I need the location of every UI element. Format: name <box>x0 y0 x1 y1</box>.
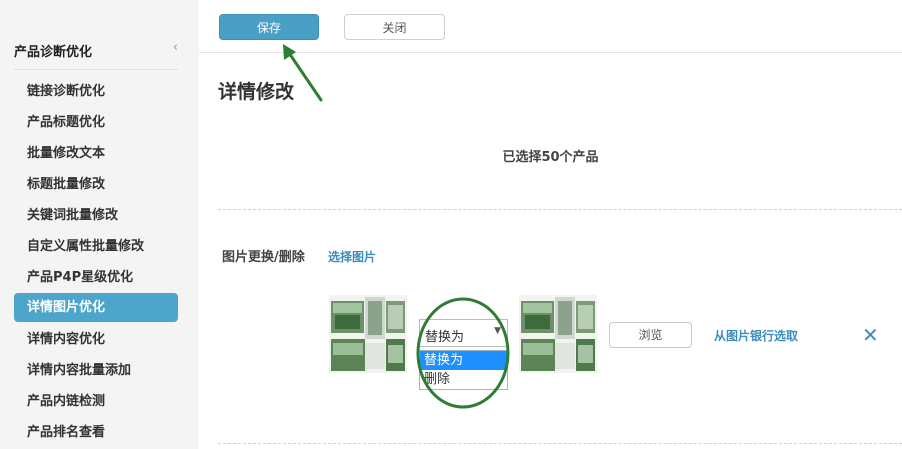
select-image-link[interactable]: 选择图片 <box>328 248 376 265</box>
sidebar-item-detail-content[interactable]: 详情内容优化 <box>14 325 178 354</box>
dropdown-arrow-icon: ▼ <box>494 326 501 336</box>
section-divider-bottom <box>218 443 902 444</box>
image-bank-link[interactable]: 从图片银行选取 <box>714 327 798 344</box>
save-button[interactable]: 保存 <box>219 14 319 40</box>
sidebar-item-link-diagnosis[interactable]: 链接诊断优化 <box>14 77 178 106</box>
sidebar-item-batch-title[interactable]: 标题批量修改 <box>14 170 178 199</box>
browse-button[interactable]: 浏览 <box>609 322 692 348</box>
sidebar-item-batch-text[interactable]: 批量修改文本 <box>14 139 178 168</box>
main-panel: 保存 关闭 详情修改 已选择50个产品 图片更换/删除 选择图片 替换为 ▼ 替… <box>199 0 902 449</box>
sidebar-item-ranking[interactable]: 产品排名查看 <box>14 418 178 447</box>
action-dropdown-list: 替换为 删除 <box>419 350 508 390</box>
selected-count: 已选择50个产品 <box>502 150 599 165</box>
chevron-left-icon[interactable]: ‹ <box>173 40 178 55</box>
sidebar-item-title-optimize[interactable]: 产品标题优化 <box>14 108 178 137</box>
sidebar: 产品诊断优化 ‹ 链接诊断优化 产品标题优化 批量修改文本 标题批量修改 关键词… <box>0 0 199 449</box>
sidebar-item-p4p-stars[interactable]: 产品P4P星级优化 <box>14 263 178 292</box>
close-button[interactable]: 关闭 <box>344 14 445 40</box>
sidebar-item-custom-attrs[interactable]: 自定义属性批量修改 <box>14 232 178 261</box>
original-image-thumbnail[interactable] <box>329 295 407 373</box>
sidebar-item-detail-images[interactable]: 详情图片优化 <box>14 293 178 322</box>
toolbar-divider <box>199 52 902 53</box>
action-select[interactable]: 替换为 ▼ <box>419 319 508 347</box>
sidebar-item-batch-keywords[interactable]: 关键词批量修改 <box>14 201 178 230</box>
sidebar-header: 产品诊断优化 ‹ <box>14 39 178 70</box>
product-photo-icon <box>329 295 407 373</box>
option-replace[interactable]: 替换为 <box>420 351 507 370</box>
sidebar-title: 产品诊断优化 <box>14 45 93 60</box>
action-select-value: 替换为 <box>425 330 465 345</box>
section-divider <box>218 209 902 210</box>
replacement-image-thumbnail[interactable] <box>519 295 597 373</box>
section-label: 图片更换/删除 <box>222 250 305 265</box>
close-icon[interactable]: ✕ <box>862 323 879 347</box>
page-title: 详情修改 <box>218 81 295 103</box>
sidebar-item-internal-links[interactable]: 产品内链检测 <box>14 387 178 416</box>
option-delete[interactable]: 删除 <box>420 370 507 389</box>
sidebar-item-detail-batch-add[interactable]: 详情内容批量添加 <box>14 356 178 385</box>
product-photo-icon <box>519 295 597 373</box>
